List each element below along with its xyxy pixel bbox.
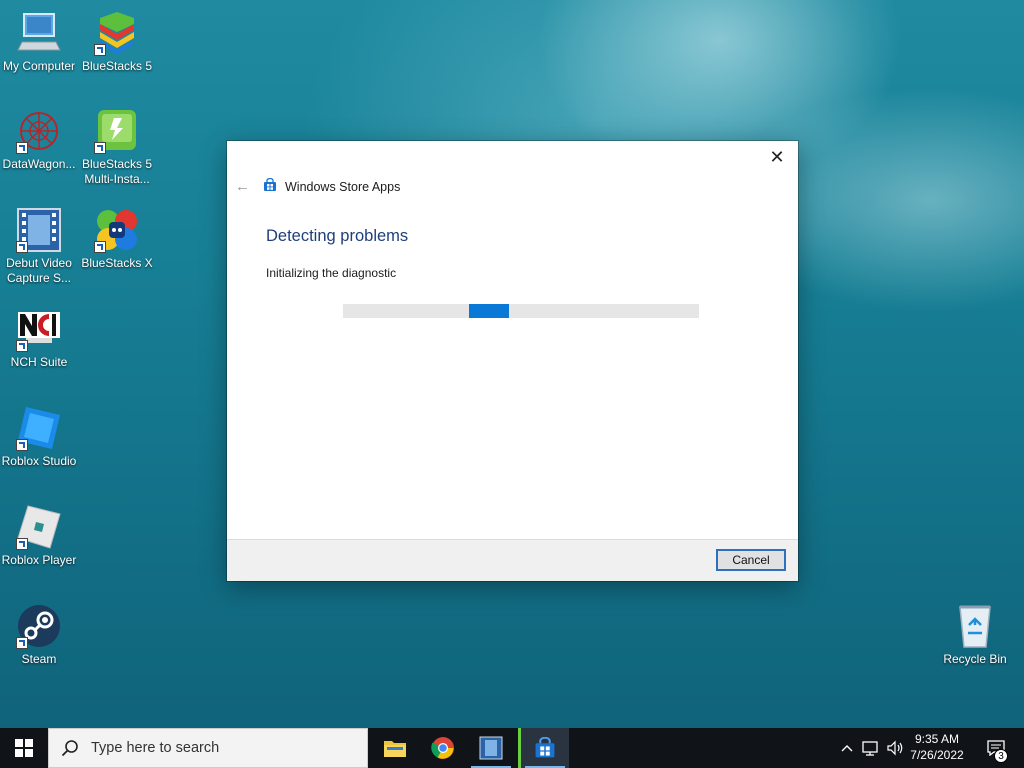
notification-count-badge: 3 <box>994 749 1008 763</box>
network-icon <box>862 741 878 756</box>
taskbar-file-explorer[interactable] <box>371 728 419 768</box>
desktop-icon-my-computer[interactable]: My Computer <box>0 10 78 74</box>
show-hidden-icons-button[interactable] <box>838 728 856 768</box>
roblox-player-icon <box>16 504 62 550</box>
clock-time: 9:35 AM <box>914 732 960 746</box>
desktop-icon-bluestacks-5[interactable]: BlueStacks 5 <box>78 10 156 74</box>
shortcut-arrow-icon <box>94 142 106 154</box>
bluestacks-multi-instance-icon <box>94 108 140 154</box>
action-center-button[interactable]: 3 <box>978 728 1014 768</box>
shortcut-arrow-icon <box>16 439 28 451</box>
shortcut-arrow-icon <box>16 637 28 649</box>
windows-store-icon <box>263 177 285 195</box>
file-explorer-icon <box>384 741 406 757</box>
desktop-icon-label: BlueStacks 5 Multi-Insta... <box>81 157 153 186</box>
chevron-up-icon <box>841 745 853 752</box>
desktop-icon-nch-suite[interactable]: NCH Suite <box>0 306 78 370</box>
desktop-icon-label: Steam <box>21 652 57 666</box>
steam-icon <box>16 603 62 649</box>
progress-bar <box>343 304 699 318</box>
taskbar-debut-video[interactable] <box>467 728 515 768</box>
search-icon <box>61 740 78 757</box>
desktop-icon-roblox-studio[interactable]: Roblox Studio <box>0 405 78 469</box>
shortcut-arrow-icon <box>16 142 28 154</box>
search-input[interactable] <box>89 739 353 757</box>
desktop-icon-label: Recycle Bin <box>943 652 1007 666</box>
desktop-icon-steam[interactable]: Steam <box>0 603 78 667</box>
dialog-status-text: Initializing the diagnostic <box>266 266 397 280</box>
dialog-footer: Cancel <box>227 539 798 581</box>
close-icon: ✕ <box>769 146 785 167</box>
datawagon-icon <box>16 108 62 154</box>
desktop-icon-datawagon[interactable]: DataWagon... <box>0 108 78 172</box>
back-arrow-icon[interactable]: ← <box>235 178 255 195</box>
microsoft-store-icon <box>535 737 555 758</box>
progress-indicator <box>469 304 509 318</box>
shortcut-arrow-icon <box>94 44 106 56</box>
taskbar-microsoft-store[interactable] <box>518 728 569 768</box>
taskbar-chrome[interactable] <box>419 728 467 768</box>
desktop-icon-label: BlueStacks X <box>81 256 153 270</box>
desktop-icon-roblox-player[interactable]: Roblox Player <box>0 504 78 568</box>
troubleshooter-dialog: ✕ ← Windows Store Apps Detecting problem… <box>227 141 798 581</box>
shortcut-arrow-icon <box>16 241 28 253</box>
chrome-icon <box>431 737 454 759</box>
dialog-title: Detecting problems <box>266 227 409 245</box>
dialog-header-title: Windows Store Apps <box>285 179 401 194</box>
bluestacks-x-icon <box>94 207 140 253</box>
taskbar: 9:35 AM 7/26/2022 3 <box>0 728 1024 768</box>
recycle-bin-icon <box>952 603 998 649</box>
desktop-icon-label: Roblox Player <box>1 553 77 567</box>
desktop-icon-label: DataWagon... <box>2 157 76 171</box>
shortcut-arrow-icon <box>94 241 106 253</box>
desktop-icon-label: Roblox Studio <box>1 454 77 468</box>
taskbar-search[interactable] <box>48 728 368 768</box>
windows-logo-icon <box>15 739 33 757</box>
roblox-studio-icon <box>16 405 62 451</box>
desktop-icon-label: Debut Video Capture S... <box>6 256 72 285</box>
desktop-icon-label: NCH Suite <box>10 355 68 369</box>
taskbar-clock[interactable]: 9:35 AM 7/26/2022 <box>902 731 972 763</box>
shortcut-arrow-icon <box>16 340 28 352</box>
desktop-icon-bluestacks-x[interactable]: BlueStacks X <box>78 207 156 271</box>
bluestacks-icon <box>94 10 140 56</box>
dialog-header: ← Windows Store Apps <box>235 177 401 195</box>
cancel-button[interactable]: Cancel <box>716 549 786 571</box>
computer-icon <box>16 10 62 56</box>
clock-date: 7/26/2022 <box>910 748 964 762</box>
debut-video-icon <box>479 736 503 760</box>
desktop-icon-label: My Computer <box>2 59 76 73</box>
start-button[interactable] <box>0 728 48 768</box>
close-button[interactable]: ✕ <box>762 145 792 169</box>
desktop-icon-label: BlueStacks 5 <box>81 59 153 73</box>
shortcut-arrow-icon <box>16 538 28 550</box>
nch-suite-icon <box>16 306 62 352</box>
desktop-icon-recycle-bin[interactable]: Recycle Bin <box>936 603 1014 667</box>
debut-video-icon <box>16 207 62 253</box>
desktop-icon-bluestacks-multi[interactable]: BlueStacks 5 Multi-Insta... <box>78 108 156 187</box>
desktop-icon-debut-video[interactable]: Debut Video Capture S... <box>0 207 78 286</box>
network-button[interactable] <box>860 728 882 768</box>
